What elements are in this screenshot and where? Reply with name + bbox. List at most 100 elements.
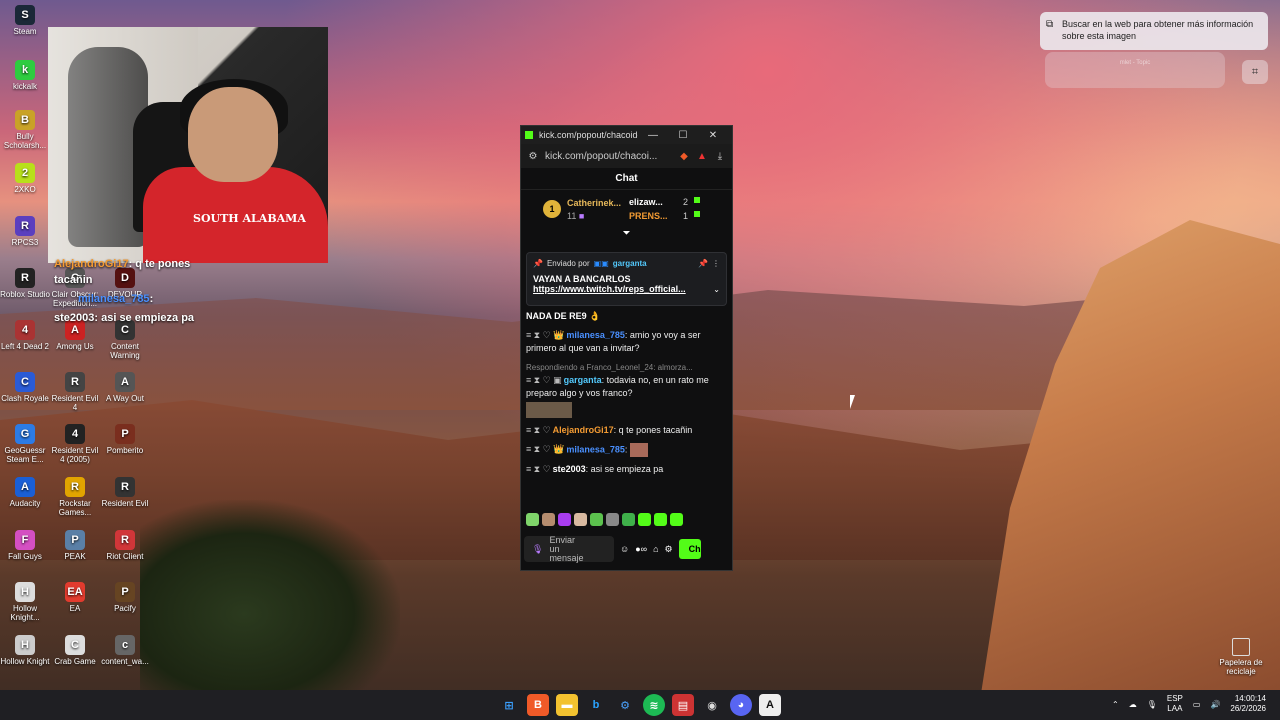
desktop-icon[interactable]: P Pomberito [100,424,150,455]
emote-icon[interactable] [638,513,651,526]
desktop-icon[interactable]: EA EA [50,582,100,613]
app-icon: G [15,424,35,444]
download-icon[interactable]: ⤓ [714,151,726,162]
leader-third[interactable]: PRENS... 1 [629,211,701,221]
desktop-icon[interactable]: 4 Left 4 Dead 2 [0,320,50,351]
shop-icon[interactable]: ⌂ [653,544,658,554]
chevron-down-icon[interactable]: ⌄ [713,285,720,294]
desktop-icon[interactable]: A Audacity [0,477,50,508]
desktop-icon[interactable]: G GeoGuessr Steam E... [0,424,50,464]
microphone-tray-icon[interactable]: 🎙 [1147,700,1157,709]
microphone-icon[interactable]: 🎙 [532,544,543,554]
desktop-icon[interactable]: 2 2XKO [0,163,50,194]
scroll-indicator-icon[interactable]: ⏷ [521,228,732,239]
third-name: PRENS... [629,211,668,221]
emote-icon[interactable] [622,513,635,526]
app-icon: P [65,530,85,550]
desktop-icon[interactable]: C Content Warning [100,320,150,360]
leader-second[interactable]: elizaw... 2 [629,197,701,207]
emote-icon[interactable] [526,513,539,526]
leader-count-value: 11 [567,210,577,221]
file-explorer-icon[interactable]: ▬ [556,694,578,716]
desktop-icon[interactable]: B Bully Scholarsh... [0,110,50,150]
emote-icon[interactable] [590,513,603,526]
desktop-icon[interactable]: A A Way Out [100,372,150,403]
chevron-up-icon[interactable]: ⌃ [1112,700,1119,709]
app-icon: R [15,216,35,236]
spotify-icon[interactable]: ≋ [643,694,665,716]
maximize-button[interactable]: ☐ [668,130,698,141]
settings-icon[interactable]: ⚙ [665,544,673,555]
message-user[interactable]: ste2003 [553,464,586,474]
desktop-icon[interactable]: C Clash Royale [0,372,50,403]
pinned-sender[interactable]: garganta [613,259,647,268]
unpin-icon[interactable]: 📌 [698,259,708,268]
language-indicator[interactable]: ESP LAA [1167,694,1183,714]
emote-icon[interactable] [606,513,619,526]
minimize-button[interactable]: — [638,130,668,141]
desktop-icon[interactable]: R Rockstar Games... [50,477,100,517]
brave-icon[interactable]: B [527,694,549,716]
brave-rewards-icon[interactable]: ▲ [696,151,708,162]
close-button[interactable]: ✕ [698,130,728,141]
message-user[interactable]: garganta [564,375,602,385]
desktop-icon[interactable]: A Among Us [50,320,100,351]
windows-start-icon[interactable]: ⊞ [498,694,520,716]
clock[interactable]: 14:00:14 26/2/2026 [1230,694,1266,714]
bing-icon[interactable]: b [585,694,607,716]
emote-icon[interactable] [558,513,571,526]
brave-shield-icon[interactable]: ◆ [678,151,690,162]
volume-icon[interactable]: 🔊 [1210,700,1220,709]
app-icon: S [15,5,35,25]
emote-icon[interactable] [542,513,555,526]
app-icon: c [115,635,135,655]
desktop-icon[interactable]: 4 Resident Evil 4 (2005) [50,424,100,464]
more-options-icon[interactable]: ⋮ [712,259,720,268]
emoji-icon[interactable]: ☺ [620,544,629,554]
leader-name[interactable]: Catherinek... [567,198,621,208]
pinned-link[interactable]: https://www.twitch.tv/reps_official... [533,284,686,294]
desktop-icon[interactable]: R Roblox Studio [0,268,50,299]
emote-icon[interactable] [654,513,667,526]
desktop-icon[interactable]: S Steam [0,5,50,36]
lens-tooltip[interactable]: ⧉ Buscar en la web para obtener más info… [1040,12,1268,50]
emote-icon[interactable] [574,513,587,526]
window-titlebar[interactable]: kick.com/popout/chacoide/... — ☐ ✕ [521,126,732,144]
desktop-icon[interactable]: F Fall Guys [0,530,50,561]
discord-icon[interactable]: ◕ [730,694,752,716]
desktop-icon[interactable]: c content_wa... [100,635,150,666]
desktop-icon[interactable]: R Resident Evil [100,477,150,508]
cloud-icon[interactable]: ☁ [1129,700,1137,709]
message-text: : [624,444,628,455]
lens-button[interactable]: ⌗ [1242,60,1268,84]
reply-context[interactable]: Respondiendo a Franco_Leonel_24: almorza… [526,361,727,374]
address-bar[interactable]: ⚙ kick.com/popout/chacoi... ◆ ▲ ⤓ [521,144,732,168]
pinned-message[interactable]: 📌 Enviado por ▣▣ garganta 📌 ⋮ VAYAN A BA… [526,252,727,306]
clip-icon[interactable]: ●∞ [635,544,647,554]
message-user[interactable]: AlejandroGi17 [553,425,614,435]
chat-input[interactable]: 🎙 Enviar un mensaje [524,535,614,562]
desktop-icon[interactable]: R RPCS3 [0,216,50,247]
desktop-icon[interactable]: C Crab Game [50,635,100,666]
obs-icon[interactable]: ◉ [701,694,723,716]
desktop-icon[interactable]: H Hollow Knight [0,635,50,666]
site-settings-icon[interactable]: ⚙ [527,151,539,162]
desktop-icon[interactable]: P Pacify [100,582,150,613]
app-icon: A [115,372,135,392]
emote-icon[interactable] [670,513,683,526]
desktop-icon-label: Hollow Knight [0,657,50,666]
network-icon[interactable]: ▭ [1193,700,1201,709]
desktop-icon[interactable]: P PEAK [50,530,100,561]
desktop-icon[interactable]: k kickalk [0,60,50,91]
recycle-bin[interactable]: Papelera de reciclaje [1218,638,1264,676]
steam-icon[interactable]: ⚙ [614,694,636,716]
message-user[interactable]: milanesa_785 [566,444,625,454]
send-chat-button[interactable]: Ch [678,539,701,559]
message-user[interactable]: milanesa_785 [566,330,625,340]
desktop-icon[interactable]: R Riot Client [100,530,150,561]
desktop-icon[interactable]: H Hollow Knight... [0,582,50,622]
news-icon[interactable]: ▤ [672,694,694,716]
url-text[interactable]: kick.com/popout/chacoi... [545,151,672,162]
epic-games-icon[interactable]: A [759,694,781,716]
desktop-icon[interactable]: R Resident Evil 4 [50,372,100,412]
